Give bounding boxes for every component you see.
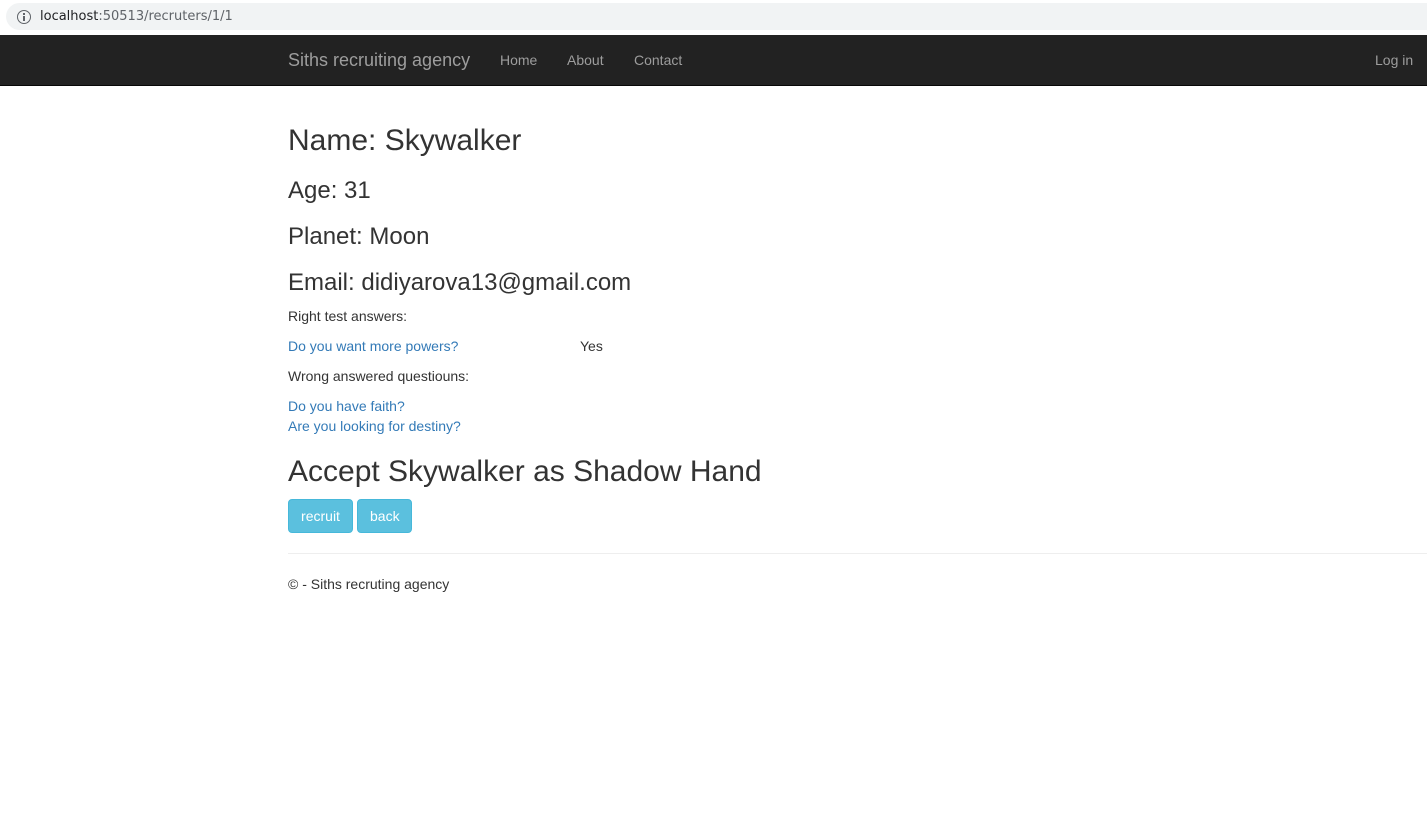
list-item: Do you have faith? [288,396,461,416]
wrong-question-link[interactable]: Are you looking for destiny? [288,418,461,434]
list-item: Are you looking for destiny? [288,416,461,436]
nav-home-link[interactable]: Home [500,52,537,68]
browser-address-bar: localhost:50513/recruters/1/1 [0,0,1427,34]
url-box[interactable]: localhost:50513/recruters/1/1 [6,3,1427,30]
nav-about-link[interactable]: About [567,52,604,68]
wrong-answers-label: Wrong answered questiouns: [288,368,470,384]
recruit-email-heading: Email: didiyarova13@gmail.com [288,269,632,296]
back-button[interactable]: back [357,499,412,533]
url-host: localhost [40,9,99,24]
brand-link[interactable]: Siths recruiting agency [288,50,470,70]
nav-contact-link[interactable]: Contact [634,52,682,68]
recruit-planet-heading: Planet: Moon [288,223,430,250]
wrong-question-link[interactable]: Do you have faith? [288,398,405,414]
recruit-age-heading: Age: 31 [288,177,371,204]
navbar: Siths recruiting agency Home About Conta… [0,35,1427,86]
url-text[interactable]: localhost:50513/recruters/1/1 [40,8,233,25]
footer-text: © - Siths recruting agency [288,576,450,592]
footer-divider [288,553,1427,554]
login-link[interactable]: Log in [1375,52,1413,68]
info-icon[interactable] [17,10,31,24]
recruit-button[interactable]: recruit [288,499,353,533]
url-path: :50513/recruters/1/1 [98,9,233,24]
right-answer-value: Yes [580,338,603,354]
recruit-name-heading: Name: Skywalker [288,124,522,157]
accept-heading: Accept Skywalker as Shadow Hand [288,455,762,488]
wrong-answers-list: Do you have faith? Are you looking for d… [288,396,461,436]
right-answer-question-link[interactable]: Do you want more powers? [288,336,458,356]
right-answers-label: Right test answers: [288,308,408,324]
